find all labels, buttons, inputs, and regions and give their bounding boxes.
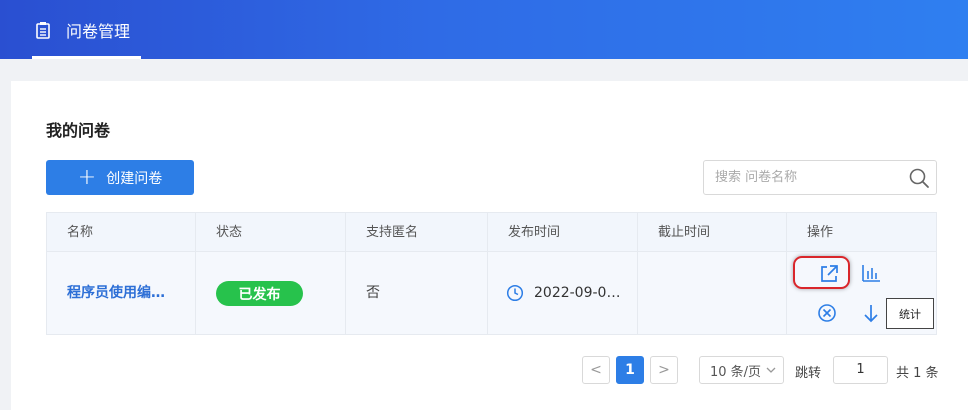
jump-page-input[interactable]: 1 — [833, 356, 888, 384]
table-header: 名称 状态 支持匿名 发布时间 截止时间 操作 — [47, 213, 936, 252]
column-header-actions: 操作 — [807, 225, 834, 240]
highlight-box — [793, 256, 850, 289]
nav-tab-survey-management[interactable]: 问卷管理 — [32, 0, 141, 59]
cell-status: 已发布 — [196, 252, 346, 334]
prev-page-button[interactable]: < — [582, 356, 610, 384]
column-header-name: 名称 — [47, 213, 196, 251]
cell-name: 程序员使用编… — [47, 252, 196, 334]
page-size-value: 10 条/页 — [710, 364, 762, 380]
nav-tab-label: 问卷管理 — [66, 21, 131, 41]
cell-anonymous: 否 — [346, 252, 488, 334]
chevron-down-icon — [766, 367, 776, 373]
search-box — [703, 160, 937, 195]
page-size-select[interactable]: 10 条/页 — [699, 356, 784, 384]
total-count: 共 1 条 — [896, 366, 939, 381]
tooltip-statistics: 统计 — [886, 298, 934, 329]
column-header-publish-time: 发布时间 — [488, 213, 638, 251]
column-header-anonymous: 支持匿名 — [346, 213, 488, 251]
active-tab-indicator — [32, 56, 141, 59]
next-page-button[interactable]: > — [650, 356, 678, 384]
arrow-down-icon[interactable] — [860, 302, 882, 324]
create-survey-label: 创建问卷 — [106, 170, 163, 187]
search-input[interactable] — [715, 161, 905, 194]
column-header-deadline: 截止时间 — [638, 213, 787, 251]
survey-name-link[interactable]: 程序员使用编… — [47, 252, 195, 334]
clock-icon — [506, 284, 524, 302]
page-title: 我的问卷 — [46, 121, 111, 140]
column-header-status: 状态 — [196, 213, 346, 251]
cell-publish-time: 2022-09-0… — [488, 252, 638, 334]
page-number-button[interactable]: 1 — [616, 356, 644, 384]
jump-label: 跳转 — [795, 366, 822, 381]
plus-icon: + — [77, 164, 97, 190]
anonymous-value: 否 — [366, 285, 380, 301]
create-survey-button[interactable]: + 创建问卷 — [46, 160, 194, 195]
status-badge: 已发布 — [216, 281, 303, 306]
top-bar: 问卷管理 — [0, 0, 968, 59]
publish-time-value: 2022-09-0… — [534, 285, 621, 301]
search-icon[interactable] — [908, 167, 930, 189]
bar-chart-icon[interactable] — [860, 262, 882, 284]
clipboard-icon — [36, 21, 50, 39]
cell-deadline — [638, 252, 787, 334]
close-circle-icon[interactable] — [816, 302, 838, 324]
